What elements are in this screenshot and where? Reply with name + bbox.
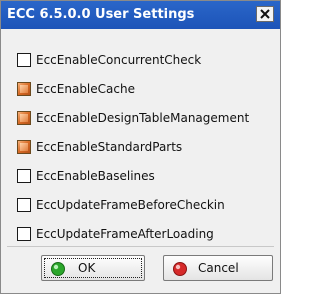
divider [7,246,274,247]
checkbox[interactable] [17,227,31,241]
green-dot-icon [51,262,65,276]
checkbox[interactable] [17,140,31,154]
checkbox[interactable] [17,169,31,183]
option-label: EccEnableBaselines [36,169,155,183]
option-label: EccEnableConcurrentCheck [36,53,202,67]
close-icon [260,9,270,19]
option-label: EccEnableDesignTableManagement [36,111,250,125]
ok-label: OK [78,261,96,275]
title-bar[interactable]: ECC 6.5.0.0 User Settings [1,1,280,29]
settings-dialog: ECC 6.5.0.0 User Settings EccEnableConcu… [0,0,281,294]
checkbox[interactable] [17,198,31,212]
checkbox[interactable] [17,111,31,125]
option-label: EccEnableCache [36,82,135,96]
cancel-button[interactable]: Cancel [163,255,273,281]
red-dot-icon [173,262,187,276]
ok-button[interactable]: OK [41,255,145,281]
option-label: EccUpdateFrameBeforeCheckin [36,198,225,212]
checkbox[interactable] [17,53,31,67]
option-label: EccUpdateFrameAfterLoading [36,227,214,241]
cancel-label: Cancel [198,261,239,275]
window-title: ECC 6.5.0.0 User Settings [7,7,195,22]
option-label: EccEnableStandardParts [36,140,183,154]
close-button[interactable] [256,6,274,22]
checkbox[interactable] [17,82,31,96]
